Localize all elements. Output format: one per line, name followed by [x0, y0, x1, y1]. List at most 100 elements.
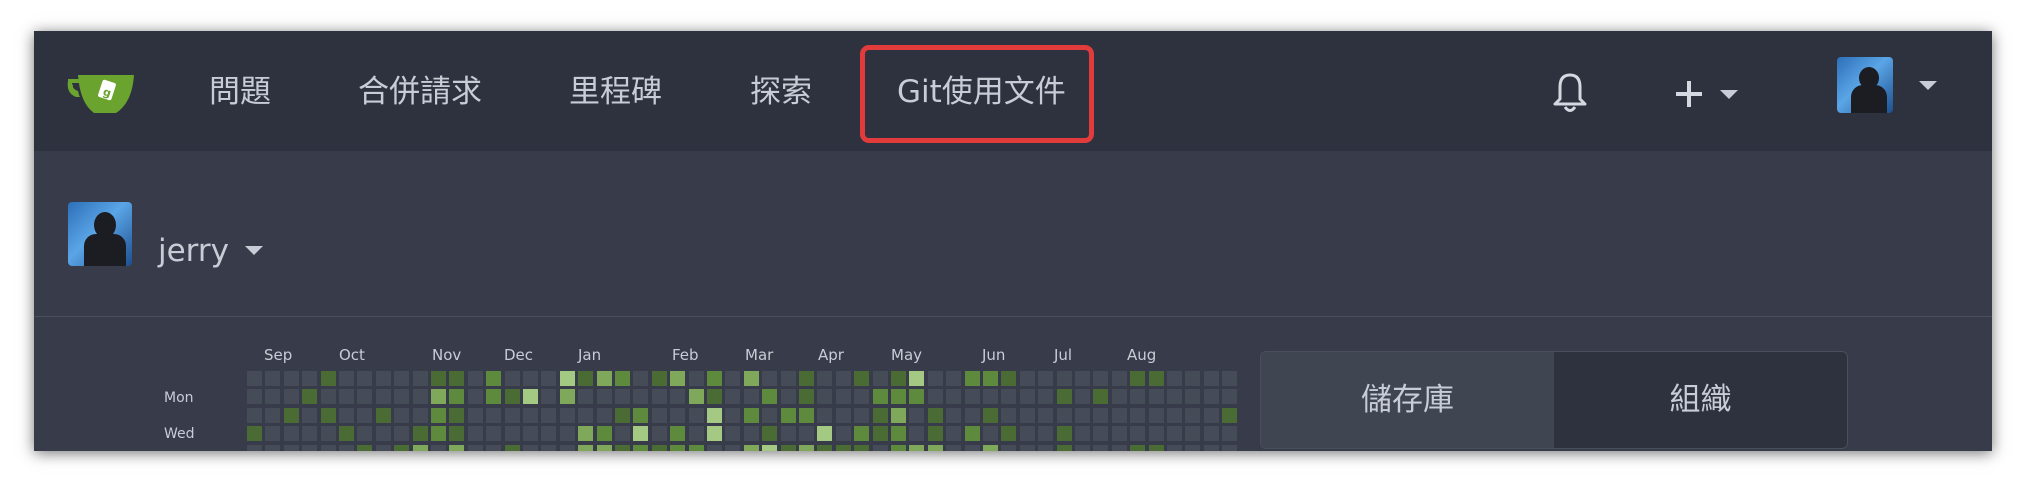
heatmap-cell[interactable]	[1093, 407, 1109, 423]
heatmap-cell[interactable]	[504, 426, 520, 442]
heatmap-cell[interactable]	[1075, 407, 1090, 423]
user-menu[interactable]	[1837, 57, 1937, 117]
heatmap-cell[interactable]	[1185, 389, 1201, 405]
heatmap-cell[interactable]	[523, 426, 538, 442]
heatmap-cell[interactable]	[523, 444, 538, 451]
heatmap-cell[interactable]	[1019, 407, 1035, 423]
heatmap-cell[interactable]	[283, 407, 299, 423]
heatmap-cell[interactable]	[578, 389, 594, 405]
heatmap-cell[interactable]	[283, 426, 299, 442]
heatmap-cell[interactable]	[725, 371, 741, 386]
heatmap-cell[interactable]	[743, 389, 759, 405]
heatmap-cell[interactable]	[247, 371, 262, 386]
heatmap-cell[interactable]	[633, 371, 649, 386]
heatmap-cell[interactable]	[799, 444, 814, 451]
heatmap-cell[interactable]	[504, 407, 520, 423]
heatmap-cell[interactable]	[1130, 444, 1146, 451]
heatmap-cell[interactable]	[1056, 371, 1072, 386]
heatmap-cell[interactable]	[247, 426, 262, 442]
heatmap-cell[interactable]	[762, 444, 778, 451]
heatmap-cell[interactable]	[725, 426, 741, 442]
heatmap-cell[interactable]	[1185, 371, 1201, 386]
heatmap-cell[interactable]	[320, 426, 336, 442]
bell-icon[interactable]	[1550, 71, 1590, 115]
heatmap-cell[interactable]	[1093, 426, 1109, 442]
heatmap-cell[interactable]	[1185, 426, 1201, 442]
heatmap-cell[interactable]	[1056, 444, 1072, 451]
heatmap-cell[interactable]	[467, 426, 483, 442]
heatmap-cell[interactable]	[1167, 444, 1182, 451]
heatmap-cell[interactable]	[854, 444, 870, 451]
heatmap-cell[interactable]	[891, 426, 906, 442]
heatmap-cell[interactable]	[707, 444, 722, 451]
heatmap-cell[interactable]	[799, 407, 814, 423]
heatmap-cell[interactable]	[909, 426, 925, 442]
heatmap-cell[interactable]	[541, 371, 557, 386]
heatmap-cell[interactable]	[578, 407, 594, 423]
heatmap-cell[interactable]	[486, 444, 502, 451]
heatmap-cell[interactable]	[891, 407, 906, 423]
heatmap-cell[interactable]	[1148, 426, 1164, 442]
heatmap-cell[interactable]	[486, 389, 502, 405]
heatmap-cell[interactable]	[1167, 389, 1182, 405]
heatmap-cell[interactable]	[394, 426, 410, 442]
heatmap-cell[interactable]	[780, 389, 796, 405]
heatmap-cell[interactable]	[523, 389, 538, 405]
heatmap-cell[interactable]	[762, 426, 778, 442]
heatmap-cell[interactable]	[1167, 426, 1182, 442]
heatmap-cell[interactable]	[302, 426, 318, 442]
heatmap-cell[interactable]	[1203, 407, 1219, 423]
heatmap-cell[interactable]	[449, 444, 465, 451]
heatmap-cell[interactable]	[651, 371, 667, 386]
heatmap-cell[interactable]	[1019, 426, 1035, 442]
heatmap-cell[interactable]	[964, 371, 980, 386]
heatmap-cell[interactable]	[946, 407, 962, 423]
heatmap-cell[interactable]	[302, 444, 318, 451]
heatmap-cell[interactable]	[578, 371, 594, 386]
heatmap-cell[interactable]	[431, 426, 446, 442]
heatmap-cell[interactable]	[1148, 371, 1164, 386]
heatmap-cell[interactable]	[394, 407, 410, 423]
heatmap-cell[interactable]	[854, 389, 870, 405]
heatmap-cell[interactable]	[1001, 371, 1017, 386]
heatmap-cell[interactable]	[1019, 444, 1035, 451]
heatmap-cell[interactable]	[265, 444, 281, 451]
heatmap-cell[interactable]	[1075, 444, 1090, 451]
heatmap-cell[interactable]	[651, 444, 667, 451]
heatmap-cell[interactable]	[559, 444, 575, 451]
heatmap-cell[interactable]	[817, 407, 833, 423]
heatmap-cell[interactable]	[357, 407, 373, 423]
heatmap-cell[interactable]	[431, 407, 446, 423]
heatmap-cell[interactable]	[780, 371, 796, 386]
heatmap-cell[interactable]	[854, 426, 870, 442]
heatmap-cell[interactable]	[1093, 371, 1109, 386]
heatmap-cell[interactable]	[1038, 371, 1054, 386]
heatmap-cell[interactable]	[339, 444, 354, 451]
heatmap-cell[interactable]	[780, 407, 796, 423]
heatmap-cell[interactable]	[1111, 426, 1127, 442]
heatmap-cell[interactable]	[1203, 426, 1219, 442]
heatmap-cell[interactable]	[946, 444, 962, 451]
heatmap-cell[interactable]	[909, 371, 925, 386]
heatmap-cell[interactable]	[541, 407, 557, 423]
heatmap-cell[interactable]	[725, 389, 741, 405]
heatmap-cell[interactable]	[633, 389, 649, 405]
heatmap-cell[interactable]	[1075, 371, 1090, 386]
heatmap-cell[interactable]	[909, 389, 925, 405]
heatmap-cell[interactable]	[283, 389, 299, 405]
heatmap-cell[interactable]	[835, 389, 851, 405]
heatmap-cell[interactable]	[835, 407, 851, 423]
heatmap-cell[interactable]	[1130, 389, 1146, 405]
heatmap-cell[interactable]	[1222, 444, 1238, 451]
heatmap-cell[interactable]	[302, 389, 318, 405]
heatmap-cell[interactable]	[375, 371, 391, 386]
heatmap-cell[interactable]	[357, 444, 373, 451]
nav-explore[interactable]: 探索	[750, 72, 812, 112]
heatmap-cell[interactable]	[1185, 407, 1201, 423]
heatmap-cell[interactable]	[504, 371, 520, 386]
heatmap-cell[interactable]	[615, 407, 630, 423]
heatmap-cell[interactable]	[780, 444, 796, 451]
heatmap-cell[interactable]	[1093, 389, 1109, 405]
heatmap-cell[interactable]	[872, 371, 888, 386]
heatmap-cell[interactable]	[1001, 389, 1017, 405]
